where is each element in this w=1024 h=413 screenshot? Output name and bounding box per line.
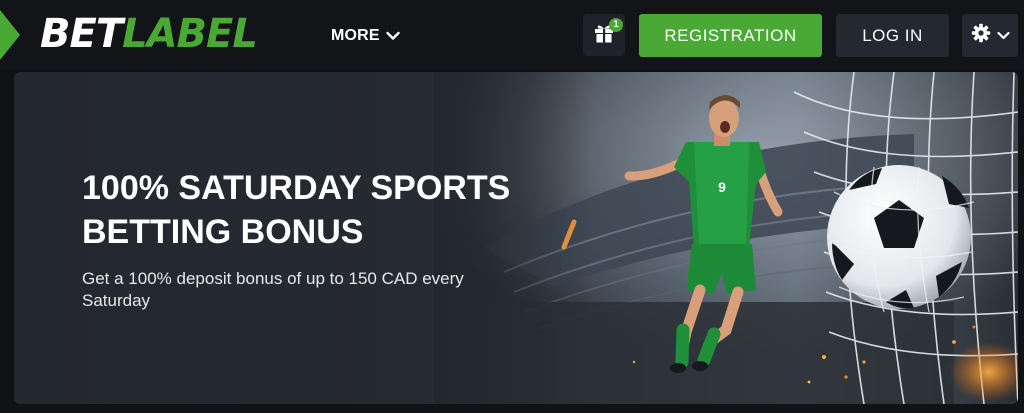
chevron-down-icon — [386, 31, 400, 41]
promo-subtitle: Get a 100% deposit bonus of up to 150 CA… — [82, 268, 522, 312]
settings-button[interactable] — [962, 14, 1018, 57]
promo-title: 100% SATURDAY SPORTS BETTING BONUS — [82, 166, 552, 254]
settings-chevron-down-icon — [996, 27, 1010, 45]
promo-title-line: BETTING BONUS — [82, 213, 364, 251]
registration-button[interactable]: REGISTRATION — [639, 14, 822, 57]
top-header: BETLABEL MORE 1 REGISTRATION LOG IN — [0, 0, 1024, 70]
promo-subtitle-line: Get a 100% deposit bonus of up to 150 CA… — [82, 269, 464, 288]
gift-button[interactable]: 1 — [583, 14, 625, 56]
login-button[interactable]: LOG IN — [836, 14, 949, 57]
logo-text-bet: BET — [40, 11, 123, 57]
gift-count-badge: 1 — [609, 18, 623, 32]
jersey-number: 9 — [718, 179, 726, 195]
more-menu-label: MORE — [331, 27, 380, 44]
promo-banner[interactable]: 9 100% SATURDAY SPORTS BETTING BONUS Get… — [14, 72, 1018, 404]
more-menu-button[interactable]: MORE — [331, 24, 400, 48]
gear-icon — [971, 23, 991, 48]
promo-subtitle-line: Saturday — [82, 291, 151, 310]
logo-text-label: LABEL — [122, 11, 258, 57]
promo-title-line: 100% SATURDAY SPORTS — [82, 169, 511, 207]
brand-chevron-accent — [0, 10, 20, 60]
betlabel-logo[interactable]: BETLABEL — [40, 11, 258, 57]
soccer-ball-illustration — [827, 165, 971, 309]
